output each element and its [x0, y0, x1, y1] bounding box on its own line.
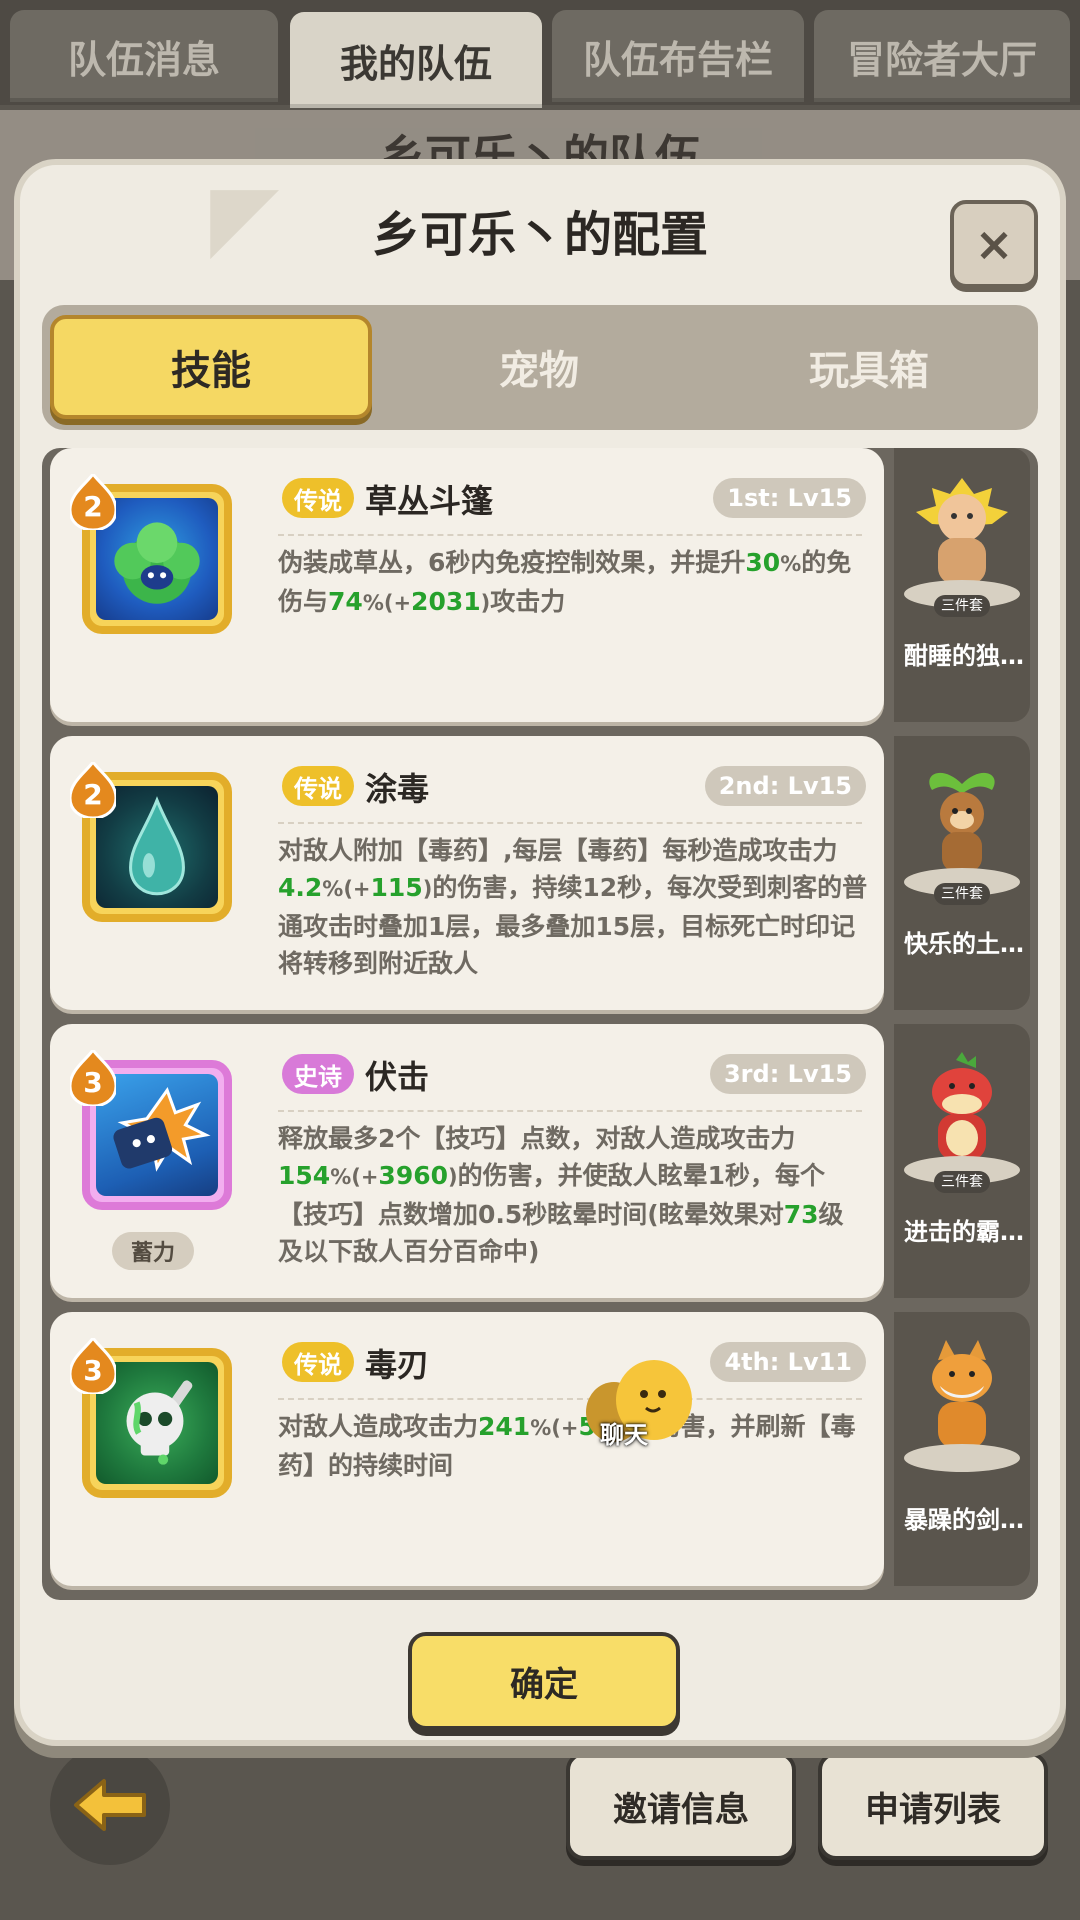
skill-slot-level: 3rd: Lv15	[709, 1054, 866, 1094]
pet-slot[interactable]: 三件套 酣睡的独…	[894, 448, 1030, 722]
confirm-button[interactable]: 确定	[408, 1632, 680, 1730]
skill-card[interactable]: 3 蓄力 史诗 伏击 3rd: Lv15 释放最多2个【技巧】点数，对敌人造成攻…	[50, 1024, 884, 1298]
rarity-badge: 传说	[282, 478, 354, 518]
invite-info-button[interactable]: 邀请信息	[566, 1752, 796, 1860]
pet-monkey-icon	[929, 772, 995, 872]
top-tab-bar: 队伍消息 我的队伍 队伍布告栏 冒险者大厅	[0, 0, 1080, 108]
pet-name: 快乐的土…	[904, 930, 1024, 958]
pet-set-badge: 三件套	[934, 595, 990, 617]
skill-card[interactable]: 3 传说 毒刃 4th: Lv11 对敌人造成攻击力241%(+5…)的伤害，并…	[50, 1312, 884, 1586]
close-button[interactable]: ×	[950, 200, 1038, 288]
tab-pets[interactable]: 宠物	[382, 317, 696, 417]
pet-pedestal	[904, 1444, 1020, 1472]
pet-slot[interactable]: 三件套 进击的霸…	[894, 1024, 1030, 1298]
rarity-badge: 传说	[282, 1342, 354, 1382]
rarity-badge: 传说	[282, 766, 354, 806]
rarity-badge: 史诗	[282, 1054, 354, 1094]
divider	[278, 822, 862, 824]
pet-dino-icon	[932, 1052, 992, 1160]
skill-name: 涂毒	[365, 770, 430, 808]
back-button[interactable]	[50, 1745, 170, 1865]
skill-description: 对敌人附加【毒药】,每层【毒药】每秒造成攻击力4.2%(+115)的伤害，持续1…	[278, 836, 868, 978]
pet-name: 酣睡的独…	[904, 642, 1024, 670]
tab-skills[interactable]: 技能	[50, 315, 372, 419]
skill-slot-level: 4th: Lv11	[710, 1342, 866, 1382]
tab-team-messages[interactable]: 队伍消息	[10, 10, 278, 102]
skill-level-badge: 2	[68, 471, 118, 532]
pet-slot[interactable]: 三件套 快乐的土…	[894, 736, 1030, 1010]
skill-description: 伪装成草丛，6秒内免疫控制效果，并提升30%的免伤与74%(+2031)攻击力	[278, 548, 852, 616]
tab-my-team[interactable]: 我的队伍	[290, 12, 542, 108]
skill-name: 草丛斗篷	[365, 482, 494, 520]
tab-toybox[interactable]: 玩具箱	[712, 317, 1026, 417]
skill-card[interactable]: 2 传说 涂毒 2nd: Lv15 对敌人附加【毒药】,每层【毒药】每秒造成攻击…	[50, 736, 884, 1010]
divider	[278, 534, 862, 536]
skill-slot-level: 2nd: Lv15	[704, 766, 866, 806]
pet-name: 暴躁的剑…	[904, 1506, 1024, 1534]
close-icon: ×	[974, 217, 1014, 271]
pet-set-badge: 三件套	[934, 883, 990, 905]
dialog-title: 乡可乐丶的配置	[371, 207, 708, 263]
pet-set-badge: 三件套	[934, 1171, 990, 1193]
divider	[278, 1110, 862, 1112]
skill-level-badge: 3	[68, 1047, 118, 1108]
dialog-tab-bar: 技能 宠物 玩具箱	[42, 305, 1038, 430]
chat-label[interactable]: 聊天	[600, 1415, 648, 1450]
tab-team-board[interactable]: 队伍布告栏	[552, 10, 804, 102]
charge-tag: 蓄力	[112, 1232, 194, 1270]
divider	[278, 1398, 862, 1400]
tab-adventurer-hall[interactable]: 冒险者大厅	[814, 10, 1070, 102]
pet-slot[interactable]: 暴躁的剑…	[894, 1312, 1030, 1586]
pet-name: 进击的霸…	[904, 1218, 1024, 1246]
skill-list: 2 传说 草丛斗篷 1st: Lv15 伪装成草丛，6秒内免疫控制效果，并提升3…	[42, 448, 1038, 1600]
application-list-button[interactable]: 申请列表	[818, 1752, 1048, 1860]
skill-description: 释放最多2个【技巧】点数，对敌人造成攻击力154%(+3960)的伤害，并使敌人…	[278, 1124, 844, 1266]
skill-description: 对敌人造成攻击力241%(+5…)的伤害，并刷新【毒药】的持续时间	[278, 1412, 856, 1480]
skill-name: 毒刃	[365, 1346, 430, 1384]
skill-level-badge: 2	[68, 759, 118, 820]
back-arrow-icon	[74, 1779, 146, 1831]
pet-lion-icon	[916, 478, 1008, 584]
skill-slot-level: 1st: Lv15	[713, 478, 866, 518]
config-dialog: ◤ 乡可乐丶的配置 × 技能 宠物 玩具箱 2 传说 草丛斗篷 1st: Lv1…	[20, 165, 1060, 1740]
skill-level-badge: 3	[68, 1335, 118, 1396]
skill-card[interactable]: 2 传说 草丛斗篷 1st: Lv15 伪装成草丛，6秒内免疫控制效果，并提升3…	[50, 448, 884, 722]
skill-name: 伏击	[365, 1058, 430, 1096]
pet-cat-icon	[932, 1340, 992, 1448]
